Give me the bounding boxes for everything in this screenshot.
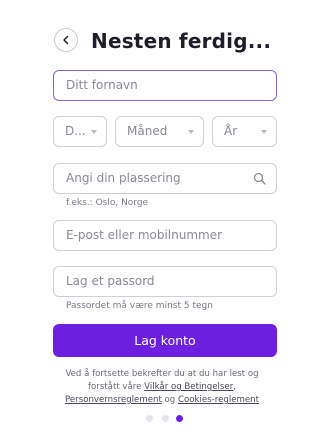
terms-line-2-suffix: , bbox=[233, 382, 236, 392]
birth-year-value: År bbox=[224, 124, 238, 138]
location-hint: f.eks.: Oslo, Norge bbox=[66, 198, 149, 208]
first-name-input[interactable]: Ditt fornavn bbox=[53, 70, 277, 101]
terms-connector: og bbox=[161, 395, 178, 405]
cookies-link[interactable]: Cookies-reglement bbox=[178, 395, 259, 405]
contact-input[interactable]: E-post eller mobilnummer bbox=[53, 220, 277, 251]
password-input[interactable]: Lag et passord bbox=[53, 266, 277, 297]
back-button[interactable] bbox=[54, 28, 78, 52]
birth-month-value: Måned bbox=[127, 124, 168, 138]
birth-day-select[interactable]: D... bbox=[53, 116, 107, 147]
birth-year-select[interactable]: År bbox=[212, 116, 277, 147]
birth-day-value: D... bbox=[65, 124, 86, 138]
password-placeholder: Lag et passord bbox=[66, 274, 155, 288]
page-header: Nesten ferdig... bbox=[54, 28, 294, 54]
password-hint: Passordet må være minst 5 tegn bbox=[66, 301, 213, 311]
search-icon bbox=[253, 172, 266, 185]
location-placeholder: Angi din plassering bbox=[66, 171, 181, 185]
contact-placeholder: E-post eller mobilnummer bbox=[66, 228, 223, 242]
chevron-down-icon bbox=[261, 130, 267, 134]
pagination-dot bbox=[146, 415, 153, 422]
first-name-placeholder: Ditt fornavn bbox=[66, 78, 138, 92]
create-account-button[interactable]: Lag konto bbox=[53, 324, 277, 357]
chevron-down-icon bbox=[91, 130, 97, 134]
location-input[interactable]: Angi din plassering bbox=[53, 163, 277, 194]
terms-line-1: Ved å fortsette bekrefter du at du har l… bbox=[65, 369, 259, 379]
terms-notice: Ved å fortsette bekrefter du at du har l… bbox=[40, 368, 284, 407]
pagination-dots bbox=[146, 415, 186, 423]
page-title: Nesten ferdig... bbox=[91, 29, 272, 53]
pagination-dot-active bbox=[176, 415, 183, 422]
pagination-dot bbox=[162, 415, 169, 422]
terms-link[interactable]: Vilkår og Betingelser bbox=[144, 382, 233, 392]
chevron-left-icon bbox=[63, 35, 69, 45]
privacy-link[interactable]: Personvernsreglement bbox=[65, 395, 162, 405]
chevron-down-icon bbox=[188, 130, 194, 134]
birth-month-select[interactable]: Måned bbox=[115, 116, 204, 147]
terms-line-2-prefix: forstått våre bbox=[88, 382, 145, 392]
